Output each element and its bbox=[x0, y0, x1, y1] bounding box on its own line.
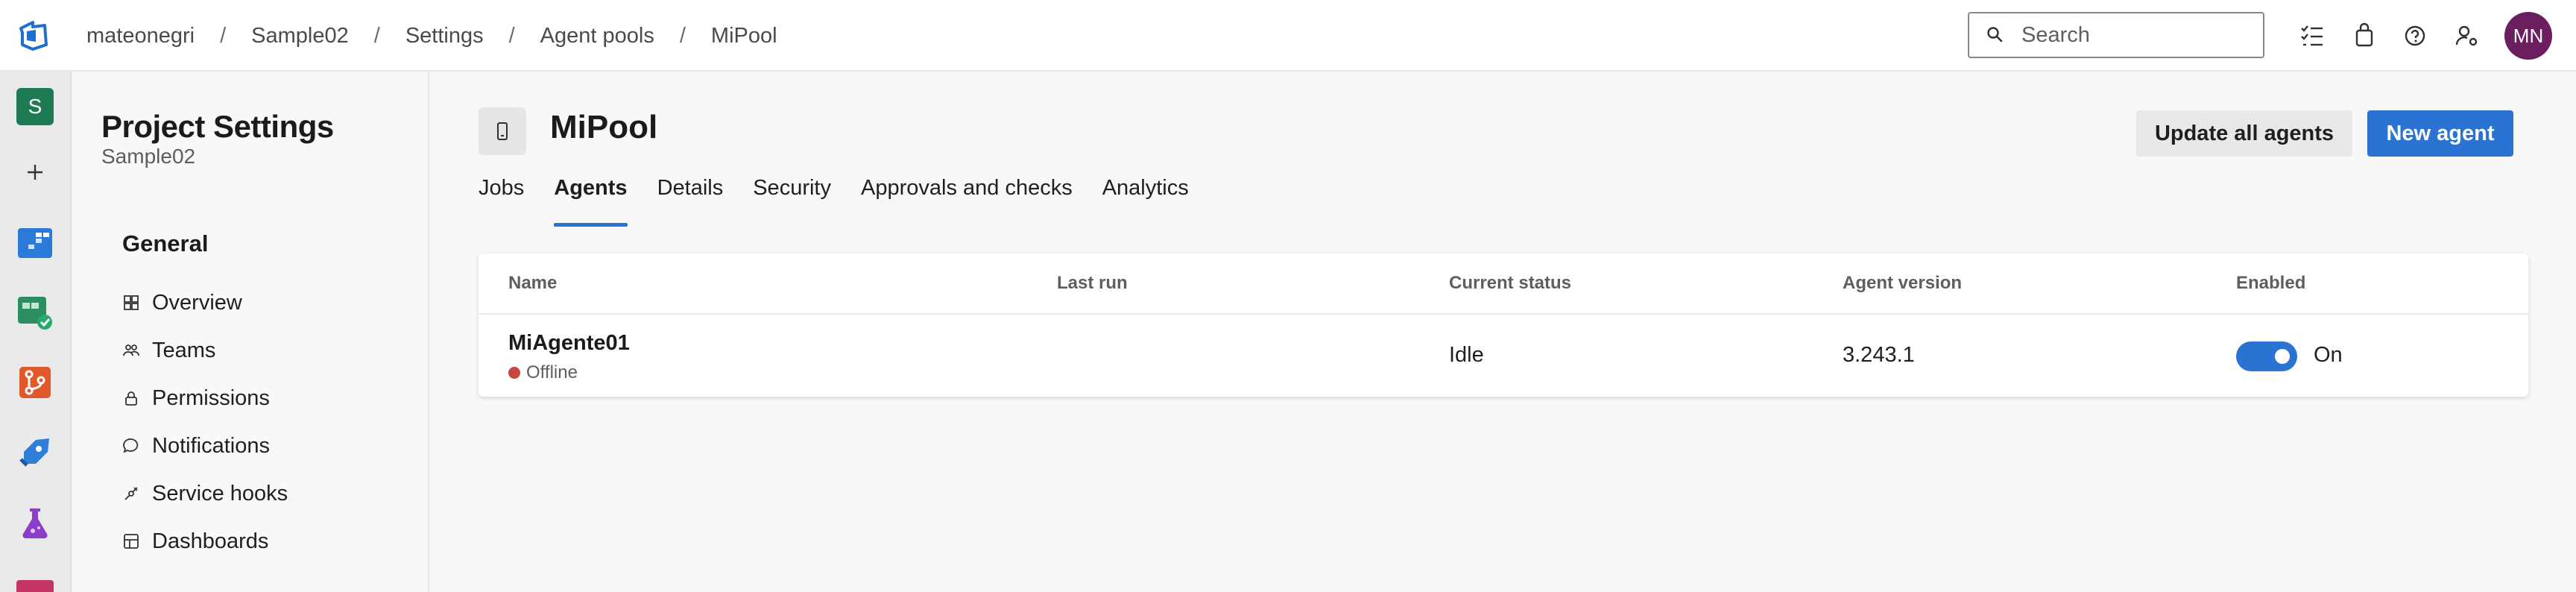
top-bar: mateonegri / Sample02 / Settings / Agent… bbox=[0, 0, 2576, 72]
offline-status-dot-icon bbox=[508, 367, 520, 379]
tab-bar: Jobs Agents Details Security Approvals a… bbox=[479, 176, 1219, 227]
task-list-icon[interactable] bbox=[2297, 21, 2327, 51]
pipelines-icon[interactable] bbox=[16, 434, 54, 471]
boards-icon[interactable] bbox=[16, 224, 54, 261]
overview-icon bbox=[124, 295, 139, 310]
column-header-agent-version[interactable]: Agent version bbox=[1843, 273, 1962, 294]
section-heading-general: General bbox=[122, 230, 209, 256]
column-header-last-run[interactable]: Last run bbox=[1057, 273, 1128, 294]
repos-icon[interactable] bbox=[16, 364, 54, 401]
nav-item-label: Overview bbox=[152, 290, 242, 315]
nav-item-overview[interactable]: Overview bbox=[122, 285, 242, 321]
breadcrumb: mateonegri / Sample02 / Settings / Agent… bbox=[86, 0, 777, 72]
agent-status: Offline bbox=[508, 362, 578, 383]
tab-agents[interactable]: Agents bbox=[554, 176, 628, 227]
nav-item-dashboards[interactable]: Dashboards bbox=[122, 523, 268, 559]
lock-icon bbox=[125, 391, 137, 406]
dashboard-icon bbox=[124, 534, 139, 549]
breadcrumb-separator: / bbox=[220, 23, 227, 48]
nav-item-notifications[interactable]: Notifications bbox=[122, 428, 270, 464]
tab-security[interactable]: Security bbox=[753, 176, 831, 227]
new-icon[interactable] bbox=[16, 154, 54, 191]
agent-pool-icon bbox=[479, 107, 526, 155]
help-icon[interactable] bbox=[2400, 21, 2430, 51]
current-status-cell: Idle bbox=[1449, 343, 1484, 367]
hook-icon bbox=[124, 487, 138, 500]
agent-status-label: Offline bbox=[526, 362, 578, 382]
nav-item-label: Permissions bbox=[152, 385, 270, 410]
toggle-knob bbox=[2275, 349, 2290, 364]
column-header-current-status[interactable]: Current status bbox=[1449, 273, 1571, 294]
settings-nav: Project Settings Sample02 General Overvi… bbox=[72, 72, 429, 592]
page-title: Project Settings bbox=[101, 109, 334, 144]
artifacts-icon[interactable] bbox=[16, 504, 54, 541]
tab-jobs[interactable]: Jobs bbox=[479, 176, 524, 227]
table-row[interactable]: MiAgente01 Offline Idle 3.243.1 On bbox=[479, 315, 2528, 397]
nav-item-label: Dashboards bbox=[152, 529, 269, 553]
marketplace-bag-icon[interactable] bbox=[2349, 21, 2379, 51]
breadcrumb-agent-pools[interactable]: Agent pools bbox=[540, 24, 654, 48]
breadcrumb-settings[interactable]: Settings bbox=[405, 24, 484, 48]
table-header: Name Last run Current status Agent versi… bbox=[479, 254, 2528, 315]
avatar[interactable]: MN bbox=[2504, 12, 2552, 60]
agent-version-cell: 3.243.1 bbox=[1843, 343, 1915, 367]
azure-devops-logo-icon[interactable] bbox=[16, 18, 52, 54]
tab-details[interactable]: Details bbox=[657, 176, 724, 227]
pool-title: MiPool bbox=[550, 109, 658, 145]
nav-item-label: Notifications bbox=[152, 433, 270, 458]
search-icon bbox=[1987, 27, 2003, 42]
tab-analytics[interactable]: Analytics bbox=[1102, 176, 1189, 227]
search-placeholder: Search bbox=[2021, 22, 2090, 47]
device-icon bbox=[497, 122, 508, 140]
agent-name[interactable]: MiAgente01 bbox=[508, 331, 630, 356]
user-settings-icon[interactable] bbox=[2452, 21, 2482, 51]
new-agent-button[interactable]: New agent bbox=[2367, 110, 2513, 157]
breadcrumb-separator: / bbox=[508, 23, 515, 48]
test-plans-icon[interactable] bbox=[16, 294, 54, 331]
tab-approvals-and-checks[interactable]: Approvals and checks bbox=[861, 176, 1073, 227]
project-subtitle: Sample02 bbox=[101, 145, 196, 168]
enabled-toggle[interactable] bbox=[2236, 341, 2297, 371]
teams-icon bbox=[123, 344, 139, 356]
breadcrumb-organization[interactable]: mateonegri bbox=[86, 24, 195, 48]
nav-item-teams[interactable]: Teams bbox=[122, 333, 215, 368]
breadcrumb-pool[interactable]: MiPool bbox=[711, 24, 777, 48]
search-input[interactable]: Search bbox=[1968, 12, 2264, 58]
chat-icon bbox=[123, 438, 139, 453]
breadcrumb-project[interactable]: Sample02 bbox=[251, 24, 349, 48]
enabled-toggle-label: On bbox=[2314, 343, 2343, 367]
breadcrumb-separator: / bbox=[679, 23, 686, 48]
column-header-name[interactable]: Name bbox=[508, 273, 557, 294]
nav-item-service-hooks[interactable]: Service hooks bbox=[122, 476, 288, 511]
breadcrumb-separator: / bbox=[373, 23, 380, 48]
update-all-agents-button[interactable]: Update all agents bbox=[2136, 110, 2352, 157]
overview-rail-icon[interactable] bbox=[16, 580, 54, 592]
nav-item-label: Service hooks bbox=[152, 481, 288, 506]
agents-table: Name Last run Current status Agent versi… bbox=[479, 254, 2528, 397]
nav-item-label: Teams bbox=[152, 338, 216, 362]
project-badge[interactable]: S bbox=[16, 88, 54, 125]
main-content: MiPool Update all agents New agent Jobs … bbox=[429, 72, 2576, 592]
column-header-enabled[interactable]: Enabled bbox=[2236, 273, 2305, 294]
nav-item-permissions[interactable]: Permissions bbox=[122, 380, 270, 416]
left-rail: S bbox=[0, 72, 72, 592]
